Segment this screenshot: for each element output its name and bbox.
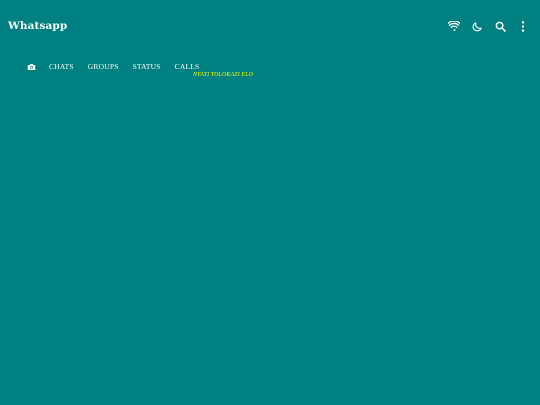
tab-bar: CHATS GROUPS STATUS CALLS xyxy=(26,60,213,74)
search-icon[interactable] xyxy=(493,19,507,33)
tab-status[interactable]: STATUS xyxy=(133,61,161,73)
moon-icon[interactable] xyxy=(470,19,484,33)
scrolling-banner: NYATI TOLOKAZI ELO xyxy=(193,72,254,78)
app-title: Whatsapp xyxy=(8,20,68,32)
app-header: Whatsapp xyxy=(0,0,540,52)
camera-icon[interactable] xyxy=(26,62,36,72)
wifi-icon[interactable] xyxy=(447,19,461,33)
tab-groups[interactable]: GROUPS xyxy=(88,61,119,73)
app-window: Whatsapp CHATS GROUPS STATUS CALLS NYATI… xyxy=(0,0,540,405)
tab-chats[interactable]: CHATS xyxy=(49,61,74,73)
more-vertical-icon[interactable] xyxy=(516,19,530,33)
header-actions xyxy=(447,19,530,33)
